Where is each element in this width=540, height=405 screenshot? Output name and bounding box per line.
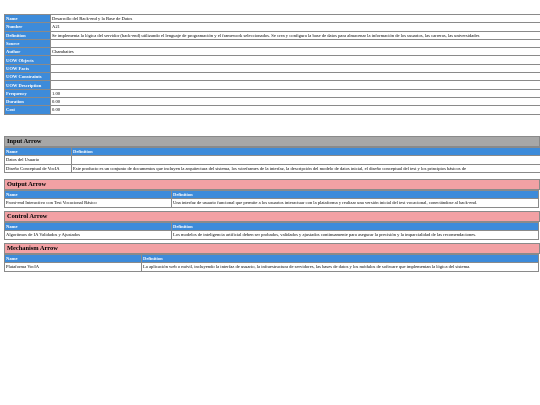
property-row: UOW Facts bbox=[4, 63, 540, 74]
property-label: UOW Constraints bbox=[4, 72, 51, 82]
table-row: Datos del Usuario bbox=[4, 155, 540, 165]
arrow-definition: La aplicación web o móvil, incluyendo la… bbox=[141, 262, 539, 272]
property-label: Author bbox=[4, 47, 51, 57]
property-label: UOW Description bbox=[4, 80, 51, 90]
property-value bbox=[50, 38, 540, 49]
arrow-name: Plataforma VocIA bbox=[4, 262, 142, 272]
property-row: UOW Objects bbox=[4, 55, 540, 65]
property-row: Definition Se implementa la lógica del se… bbox=[4, 30, 540, 40]
arrow-name: Algoritmos de IA Validados y Ajustados bbox=[4, 230, 172, 240]
property-label: UOW Facts bbox=[4, 63, 51, 74]
table-row: Plataforma VocIA La aplicación web o móv… bbox=[4, 262, 539, 272]
mechanism-arrow-section: Mechanism Arrow Name Definition Platafor… bbox=[4, 241, 540, 272]
column-header-definition: Definition bbox=[171, 189, 539, 200]
column-header-name: Name bbox=[4, 221, 172, 232]
arrow-name: Datos del Usuario bbox=[4, 155, 72, 165]
property-row: Author Chambaites bbox=[4, 47, 540, 57]
property-row: UOW Constraints bbox=[4, 72, 540, 82]
control-arrow-table: Name Definition Algoritmos de IA Validad… bbox=[4, 221, 539, 240]
mechanism-arrow-table: Name Definition Plataforma VocIA La apli… bbox=[4, 253, 539, 272]
property-label: Frequency bbox=[4, 88, 51, 98]
property-row: Cost 0.00 bbox=[4, 105, 540, 115]
property-label: Number bbox=[4, 22, 51, 32]
table-row: Front-end Interactivo con Test Vocaciona… bbox=[4, 198, 539, 208]
property-value bbox=[50, 55, 540, 65]
properties-body: Name Desarrollo del Back-end y la Base de… bbox=[4, 14, 540, 115]
input-arrow-title: Input Arrow bbox=[4, 136, 540, 147]
property-value: 0.00 bbox=[50, 105, 540, 115]
property-value: 1.00 bbox=[50, 88, 540, 98]
table-header-row: Name Definition bbox=[4, 253, 539, 264]
property-label: Name bbox=[4, 14, 51, 24]
property-value: Se implementa la lógica del servidor (ba… bbox=[50, 30, 540, 40]
property-value bbox=[50, 80, 540, 90]
properties-panel: Name Desarrollo del Back-end y la Base de… bbox=[4, 14, 540, 115]
arrow-definition bbox=[71, 155, 540, 165]
output-arrow-table: Name Definition Front-end Interactivo co… bbox=[4, 189, 539, 208]
property-label: Source bbox=[4, 38, 51, 49]
property-label: Definition bbox=[4, 30, 51, 40]
output-arrow-title: Output Arrow bbox=[4, 179, 540, 190]
page: Name Desarrollo del Back-end y la Base de… bbox=[0, 0, 540, 405]
property-value: Chambaites bbox=[50, 47, 540, 57]
property-value: A21 bbox=[50, 22, 540, 32]
property-row: Duration 0.00 bbox=[4, 96, 540, 107]
property-label: Cost bbox=[4, 105, 51, 115]
arrow-definition: Una interfaz de usuario funcional que pe… bbox=[171, 198, 539, 208]
table-header-row: Name Definition bbox=[4, 189, 539, 200]
column-header-name: Name bbox=[4, 146, 72, 157]
property-value bbox=[50, 63, 540, 74]
property-row: Source bbox=[4, 38, 540, 49]
property-row: Number A21 bbox=[4, 22, 540, 32]
property-row: UOW Description bbox=[4, 80, 540, 90]
property-label: UOW Objects bbox=[4, 55, 51, 65]
property-row: Frequency 1.00 bbox=[4, 88, 540, 98]
table-row: Diseño Conceptual de VocIA Este producto… bbox=[4, 163, 540, 173]
column-header-definition: Definition bbox=[141, 253, 539, 264]
column-header-name: Name bbox=[4, 189, 172, 200]
properties-table: Name Desarrollo del Back-end y la Base de… bbox=[4, 14, 540, 115]
table-header-row: Name Definition bbox=[4, 221, 539, 232]
input-arrow-table: Name Definition Datos del Usuario Diseño… bbox=[4, 146, 540, 173]
control-arrow-section: Control Arrow Name Definition Algoritmos… bbox=[4, 209, 540, 240]
control-arrow-title: Control Arrow bbox=[4, 211, 540, 222]
table-row: Algoritmos de IA Validados y Ajustados L… bbox=[4, 230, 539, 240]
arrow-name: Front-end Interactivo con Test Vocaciona… bbox=[4, 198, 172, 208]
property-value: 0.00 bbox=[50, 96, 540, 107]
column-header-definition: Definition bbox=[71, 146, 540, 157]
column-header-definition: Definition bbox=[171, 221, 539, 232]
table-header-row: Name Definition bbox=[4, 146, 540, 157]
arrow-definition: Los modelos de inteligencia artificial d… bbox=[171, 230, 539, 240]
input-arrow-section: Input Arrow Name Definition Datos del Us… bbox=[4, 134, 540, 173]
property-row: Name Desarrollo del Back-end y la Base de… bbox=[4, 14, 540, 24]
mechanism-arrow-title: Mechanism Arrow bbox=[4, 243, 540, 254]
output-arrow-section: Output Arrow Name Definition Front-end I… bbox=[4, 177, 540, 208]
property-label: Duration bbox=[4, 96, 51, 107]
column-header-name: Name bbox=[4, 253, 142, 264]
arrow-name: Diseño Conceptual de VocIA bbox=[4, 163, 72, 173]
arrow-definition: Este producto es un conjunto de document… bbox=[71, 163, 540, 173]
property-value: Desarrollo del Back-end y la Base de Dat… bbox=[50, 14, 540, 24]
property-value bbox=[50, 72, 540, 82]
